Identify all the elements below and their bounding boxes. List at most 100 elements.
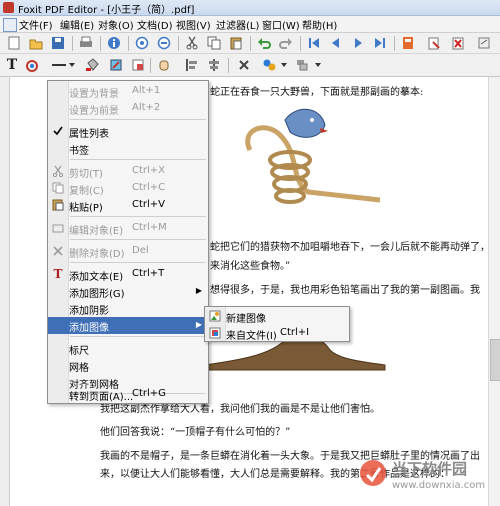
toolbar-separator	[72, 36, 73, 51]
vertical-scrollbar[interactable]	[488, 77, 500, 506]
delete-page-icon[interactable]	[450, 35, 466, 51]
watermark-text: 当下软件园	[392, 460, 468, 478]
scissors-icon	[52, 165, 64, 177]
menu-object[interactable]: 对象(O)	[98, 17, 134, 32]
crop-icon[interactable]	[236, 57, 252, 73]
menu-separator	[70, 262, 206, 263]
text-tool-icon[interactable]: T	[4, 57, 20, 73]
menu-item-add-shape[interactable]: 添加图形(G) ▶	[48, 283, 208, 300]
new-image-icon	[209, 310, 221, 322]
menu-item-set-foreground[interactable]: 设置为前景 Alt+2	[48, 100, 208, 117]
checkmark-icon	[52, 125, 64, 137]
menu-item-from-file[interactable]: 来自文件(I) Ctrl+I	[205, 325, 349, 342]
menu-item-paste[interactable]: 粘贴(P) Ctrl+V	[48, 197, 208, 214]
page-rotate-icon[interactable]	[426, 35, 442, 51]
menu-separator	[70, 216, 206, 217]
document-menu-icon[interactable]	[3, 18, 17, 32]
open-folder-icon[interactable]	[28, 35, 44, 51]
menu-item-cut[interactable]: 剪切(T) Ctrl+X	[48, 163, 208, 180]
object-select-icon[interactable]	[108, 57, 124, 73]
toolbar-separator	[178, 36, 179, 51]
save-icon[interactable]	[50, 35, 66, 51]
prev-page-icon[interactable]	[328, 35, 344, 51]
doc-text-line: 想得很多，于是，我也用彩色铅笔画出了我的第一副图画。我	[210, 285, 480, 296]
toolbar-separator	[300, 36, 301, 51]
image-edit-icon[interactable]	[130, 57, 146, 73]
menu-document[interactable]: 文档(D)	[137, 17, 173, 32]
menu-item-goto-page[interactable]: 转到页面(A)... Ctrl+G	[48, 387, 208, 403]
menu-item-edit-object[interactable]: 编辑对象(E) Ctrl+M	[48, 220, 208, 237]
cut-icon[interactable]	[184, 35, 200, 51]
line-style-dropdown[interactable]	[52, 57, 76, 73]
submenu-arrow-icon: ▶	[195, 320, 202, 329]
scrollbar-thumb[interactable]	[490, 339, 500, 381]
properties-icon[interactable]	[476, 35, 492, 51]
calculator-icon[interactable]	[400, 35, 416, 51]
menu-item-add-shadow[interactable]: 添加阴影	[48, 300, 208, 317]
toolbar-separator	[128, 36, 129, 51]
menu-filter[interactable]: 过滤器(L)	[216, 17, 259, 32]
menu-help[interactable]: 帮助(H)	[302, 17, 337, 32]
new-icon[interactable]	[6, 35, 22, 51]
delete-x-icon	[52, 245, 64, 257]
copy-icon[interactable]	[206, 35, 222, 51]
zoom-out-icon[interactable]	[156, 35, 172, 51]
toolbar-separator	[100, 36, 101, 51]
color-picker-icon[interactable]	[24, 57, 40, 73]
fill-icon[interactable]	[84, 57, 100, 73]
text-t-icon: T	[53, 267, 63, 281]
menu-separator	[70, 239, 206, 240]
navigation-panel-strip[interactable]	[0, 77, 10, 506]
doc-text-line: 蛇把它们的猎获物不加咀嚼地吞下，一会儿后就不能再动弹了，	[210, 242, 490, 253]
menu-edit[interactable]: 编辑(E)	[60, 17, 94, 32]
zoom-in-icon[interactable]	[134, 35, 150, 51]
submenu-arrow-icon: ▶	[195, 286, 202, 295]
menu-item-add-text[interactable]: T 添加文本(E) Ctrl+T	[48, 266, 208, 283]
edit-toolbar: T	[0, 54, 500, 77]
title-bar: Foxit PDF Editor - [小王子（简）.pdf]	[0, 0, 500, 16]
print-icon[interactable]	[78, 35, 94, 51]
doc-text-line: 来消化这些食物。”	[210, 261, 291, 272]
paste-icon	[52, 199, 64, 211]
menu-item-add-image[interactable]: 添加图像 ▶	[48, 317, 208, 334]
menu-item-copy[interactable]: 复制(C) Ctrl+C	[48, 180, 208, 197]
align-left-icon[interactable]	[184, 57, 200, 73]
menu-item-grid[interactable]: 网格	[48, 357, 208, 374]
watermark-logo-icon	[360, 460, 386, 486]
copy-icon	[52, 182, 64, 194]
menu-item-delete-object[interactable]: 删除对象(D) Del	[48, 243, 208, 260]
redo-icon[interactable]	[278, 35, 294, 51]
undo-icon[interactable]	[256, 35, 272, 51]
align-center-icon[interactable]	[206, 57, 222, 73]
toolbar-separator	[250, 36, 251, 51]
main-toolbar	[0, 33, 500, 54]
context-menu: 设置为背景 Alt+1 设置为前景 Alt+2 属性列表 书签 剪切(T) Ct…	[47, 80, 209, 404]
menu-bar: 文件(F) 编辑(E) 对象(O) 文档(D) 视图(V) 过滤器(L) 窗口(…	[0, 16, 500, 33]
next-page-icon[interactable]	[350, 35, 366, 51]
image-file-icon	[209, 327, 221, 339]
doc-text-line: 他们回答我说：“一顶帽子有什么可怕的？”	[100, 427, 291, 438]
hand-tool-icon[interactable]	[156, 57, 172, 73]
menu-separator	[70, 159, 206, 160]
menu-file[interactable]: 文件(F)	[19, 17, 53, 32]
first-page-icon[interactable]	[306, 35, 322, 51]
menu-item-new-image[interactable]: 新建图像	[205, 308, 349, 325]
shape-color-dropdown[interactable]	[262, 57, 288, 73]
last-page-icon[interactable]	[372, 35, 388, 51]
edit-object-icon	[52, 222, 64, 234]
info-icon[interactable]	[106, 35, 122, 51]
menu-window[interactable]: 窗口(W)	[262, 17, 300, 32]
menu-item-bookmarks[interactable]: 书签	[48, 140, 208, 157]
add-image-submenu: 新建图像 来自文件(I) Ctrl+I	[204, 306, 350, 342]
toolbar-separator	[228, 58, 229, 73]
menu-view[interactable]: 视图(V)	[176, 17, 211, 32]
toolbar-separator	[150, 58, 151, 73]
menu-item-properties-list[interactable]: 属性列表	[48, 123, 208, 140]
menu-item-set-background[interactable]: 设置为背景 Alt+1	[48, 83, 208, 100]
paste-icon[interactable]	[228, 35, 244, 51]
toolbar-separator	[394, 36, 395, 51]
menu-separator	[70, 336, 206, 337]
window-title: Foxit PDF Editor - [小王子（简）.pdf]	[18, 5, 195, 16]
menu-item-ruler[interactable]: 标尺	[48, 340, 208, 357]
layer-dropdown[interactable]	[296, 57, 322, 73]
